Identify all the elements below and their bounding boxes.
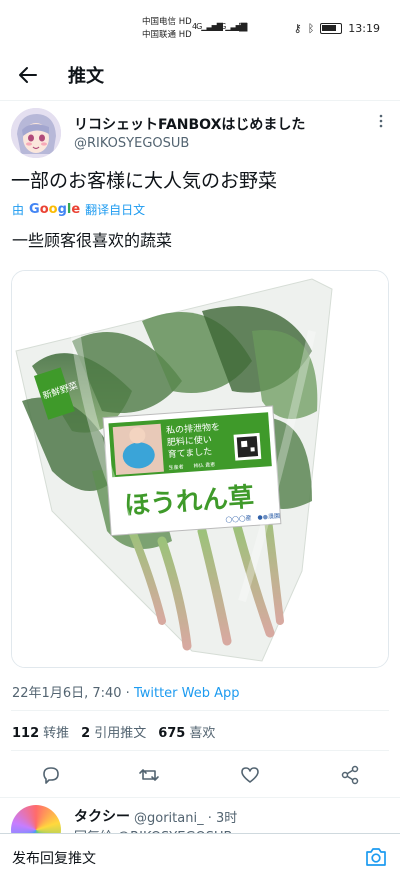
camera-button[interactable]: [364, 846, 388, 868]
carrier-1: 中国电信: [142, 17, 177, 27]
like-button[interactable]: [239, 764, 261, 786]
divider: [11, 750, 389, 751]
back-arrow-icon: [19, 67, 37, 83]
camera-icon: [366, 848, 386, 866]
more-options-button[interactable]: [374, 114, 388, 132]
carrier-2: 中国联通: [142, 30, 177, 40]
author-name[interactable]: リコシェットFANBOXはじめました: [74, 114, 305, 134]
tweet-stats: 112 转推 2 引用推文 675 喜欢: [12, 722, 215, 741]
translate-prefix: 由: [12, 203, 25, 217]
reply-author-name[interactable]: タクシー: [74, 806, 130, 826]
top-bar: 推文: [0, 50, 400, 100]
retweets-stat[interactable]: 112 转推: [12, 722, 69, 741]
spinach-bag-illustration: 新鮮野菜 私の排泄物を 肥料に使い 育てました 生産者 柿仏 貴恵 ほうれん草 …: [12, 271, 388, 667]
page-title: 推文: [68, 66, 104, 87]
action-bar: [0, 760, 400, 790]
carrier-info: 中国电信 HD 中国联通 HD: [142, 16, 192, 42]
retweet-button[interactable]: [138, 764, 160, 786]
google-logo: Google: [29, 202, 81, 217]
reply-author-handle[interactable]: @goritani_ · 3时: [134, 807, 237, 826]
avatar-illustration: [11, 108, 61, 158]
reply-composer-bar[interactable]: 发布回复推文: [0, 833, 400, 879]
reply-input[interactable]: 发布回复推文: [12, 848, 96, 868]
key-icon: ⚷: [293, 22, 302, 35]
battery-icon: [320, 23, 343, 34]
like-icon: [241, 767, 259, 783]
timestamp-text: 22年1月6日, 7:40 ·: [12, 686, 134, 701]
bluetooth-icon: ᛒ: [307, 22, 315, 35]
qr-icon: ▣: [238, 20, 248, 33]
author-avatar[interactable]: [11, 108, 61, 158]
hd-badge-1: HD: [178, 17, 192, 27]
retweet-icon: [139, 769, 159, 781]
tweet-timestamp: 22年1月6日, 7:40 · Twitter Web App: [12, 682, 240, 701]
divider: [0, 100, 400, 101]
reply-icon: [43, 767, 59, 784]
tweet-text: 一部のお客様に大人気のお野菜: [11, 170, 278, 192]
translation-link[interactable]: 由 Google 翻译自日文: [12, 201, 145, 218]
reply-button[interactable]: [40, 764, 62, 786]
translate-label: 翻译自日文: [85, 203, 146, 217]
quotes-stat[interactable]: 2 引用推文: [81, 722, 146, 741]
divider: [11, 710, 389, 711]
share-button[interactable]: [339, 764, 361, 786]
tweet-image[interactable]: 新鮮野菜 私の排泄物を 肥料に使い 育てました 生産者 柿仏 貴恵 ほうれん草 …: [11, 270, 389, 668]
source-link[interactable]: Twitter Web App: [134, 686, 240, 701]
hd-badge-2: HD: [178, 30, 192, 40]
clock: 13:19: [348, 22, 380, 35]
likes-stat[interactable]: 675 喜欢: [158, 722, 215, 741]
more-icon: [379, 114, 383, 128]
author-handle[interactable]: @RIKOSYEGOSUB: [74, 136, 189, 151]
translated-text: 一些顾客很喜欢的蔬菜: [12, 231, 173, 250]
back-button[interactable]: [14, 62, 42, 88]
share-icon: [341, 765, 359, 785]
status-right: ⚷ ᛒ 13:19: [294, 22, 380, 35]
divider: [0, 797, 400, 798]
